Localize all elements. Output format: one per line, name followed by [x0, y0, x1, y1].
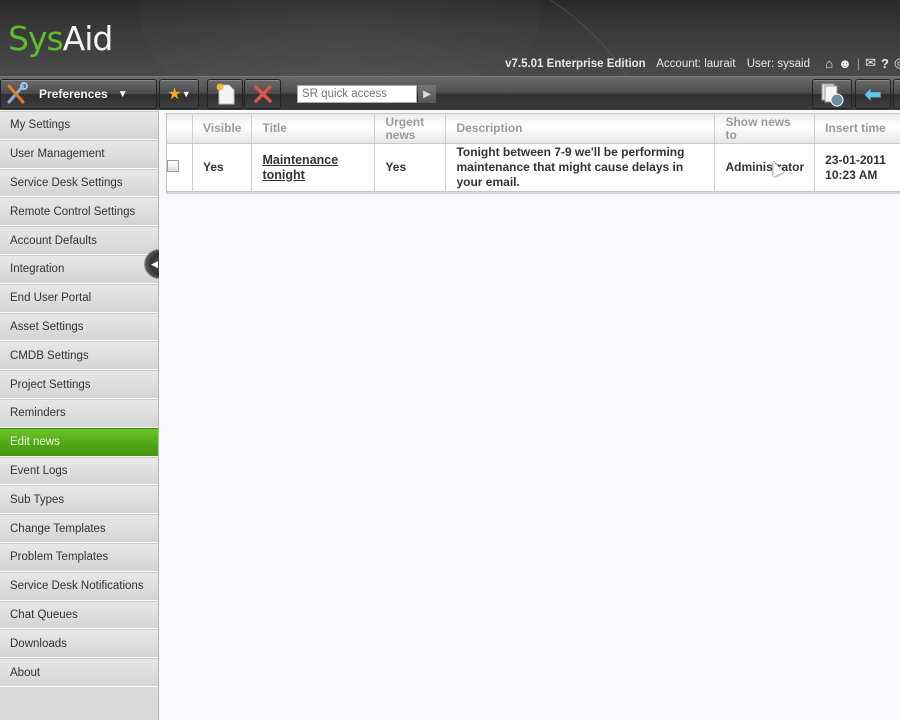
sidebar-item-edit-news[interactable]: Edit news [0, 427, 158, 457]
sidebar-item-asset-settings[interactable]: Asset Settings [0, 312, 158, 342]
sidebar-item-about[interactable]: About [0, 658, 158, 687]
more-button[interactable] [893, 79, 900, 109]
sr-quick-access-input[interactable] [297, 85, 417, 103]
edition-label: v7.5.01 Enterprise Edition [505, 58, 646, 70]
sidebar-item-label: Edit news [10, 436, 60, 449]
report-button[interactable] [812, 79, 852, 109]
logo-aid: Aid [62, 19, 114, 58]
favorites-button[interactable]: ★ ▼ [159, 79, 199, 109]
sidebar-item-my-settings[interactable]: My Settings [0, 111, 158, 140]
sidebar-item-problem-templates[interactable]: Problem Templates [0, 542, 158, 572]
sidebar-item-label: Sub Types [10, 493, 65, 506]
new-item-button[interactable] [207, 79, 243, 109]
help-icon[interactable]: ? [881, 56, 889, 71]
back-arrow-icon: ⬅ [864, 83, 882, 106]
visible-cell: Yes [192, 143, 253, 192]
column-header-urgent[interactable]: Urgent news [374, 113, 447, 144]
table-header-row: Visible Title Urgent news Description Sh… [166, 113, 900, 144]
sidebar-item-chat-queues[interactable]: Chat Queues [0, 600, 158, 630]
news-title-link[interactable]: Maintenance tonight [262, 153, 338, 182]
user-icon[interactable]: ☻ [838, 56, 852, 71]
chevron-left-icon: ◀ [151, 258, 158, 269]
header-icons: ⌂ ☻ | ✉ ? ◎ [825, 55, 900, 71]
sidebar-item-reminders[interactable]: Reminders [0, 398, 158, 428]
delete-button[interactable] [244, 79, 281, 109]
sidebar-item-end-user-portal[interactable]: End User Portal [0, 283, 158, 313]
sidebar-item-label: Change Templates [10, 522, 106, 535]
sidebar-item-downloads[interactable]: Downloads [0, 629, 158, 659]
preferences-label: Preferences [39, 87, 108, 101]
insert-date: 23-01-2011 [825, 152, 886, 167]
account-label: Account: laurait [656, 58, 736, 70]
table-row[interactable]: Yes Maintenance tonight Yes Tonight betw… [166, 143, 900, 192]
sidebar-item-account-defaults[interactable]: Account Defaults [0, 226, 158, 255]
preferences-menu-button[interactable]: Preferences ▼ [0, 79, 157, 109]
sidebar-item-service-desk-settings[interactable]: Service Desk Settings [0, 168, 158, 198]
show-to-cell: Administrator [714, 143, 816, 192]
sidebar-item-remote-control-settings[interactable]: Remote Control Settings [0, 197, 158, 227]
sidebar-item-label: About [10, 666, 41, 679]
sidebar-item-label: My Settings [10, 119, 71, 132]
sidebar-item-label: User Management [10, 148, 105, 161]
chevron-down-icon: ▼ [117, 88, 128, 100]
separator: | [856, 55, 861, 71]
preferences-sidebar: My Settings User Management Service Desk S… [0, 111, 159, 720]
urgent-cell: Yes [374, 143, 447, 192]
sidebar-item-sub-types[interactable]: Sub Types [0, 485, 158, 515]
sidebar-item-user-management[interactable]: User Management [0, 139, 158, 169]
column-header-title[interactable]: Title [251, 113, 376, 144]
report-icon [821, 83, 844, 107]
title-cell: Maintenance tonight [251, 143, 376, 192]
sr-go-button[interactable]: ▶ [418, 85, 436, 103]
sysaid-logo[interactable]: SysAid [8, 19, 114, 58]
sidebar-item-integration[interactable]: Integration [0, 254, 158, 284]
tools-icon [7, 82, 28, 104]
sidebar-item-label: Integration [10, 263, 65, 276]
sidebar-item-project-settings[interactable]: Project Settings [0, 370, 158, 399]
chevron-down-icon: ▼ [181, 89, 191, 99]
sidebar-item-label: Asset Settings [10, 320, 84, 333]
sidebar-item-event-logs[interactable]: Event Logs [0, 456, 158, 486]
column-header-insert-time[interactable]: Insert time [814, 113, 900, 144]
column-header-select [166, 113, 193, 144]
mail-icon[interactable]: ✉ [865, 55, 876, 71]
logo-sys: Sys [8, 19, 64, 58]
news-table: Visible Title Urgent news Description Sh… [166, 113, 900, 192]
insert-time-cell: 23-01-2011 10:23 AM [814, 143, 900, 192]
sidebar-item-cmdb-settings[interactable]: CMDB Settings [0, 341, 158, 371]
sidebar-item-label: Service Desk Notifications [10, 580, 144, 593]
back-button[interactable]: ⬅ [855, 79, 891, 109]
sidebar-item-change-templates[interactable]: Change Templates [0, 514, 158, 543]
insert-time: 10:23 AM [825, 167, 878, 182]
sidebar-item-label: Problem Templates [10, 551, 109, 564]
delete-icon [253, 85, 272, 103]
sidebar-item-label: Account Defaults [10, 234, 97, 247]
sidebar-item-label: Reminders [10, 407, 66, 420]
toolbar: Preferences ▼ ★ ▼ ▶ ⬅ [0, 76, 900, 110]
sidebar-item-label: Downloads [10, 637, 67, 650]
sidebar-item-label: Event Logs [10, 464, 68, 477]
new-document-icon [216, 83, 235, 105]
user-label: User: sysaid [746, 58, 810, 70]
description-cell: Tonight between 7-9 we'll be performing … [445, 143, 716, 192]
column-header-visible[interactable]: Visible [192, 113, 253, 144]
sidebar-item-label: End User Portal [10, 292, 92, 305]
app-header: SysAid v7.5.01 Enterprise Edition Accoun… [0, 0, 900, 76]
column-header-show-to[interactable]: Show news to [714, 113, 816, 144]
row-checkbox[interactable] [167, 159, 179, 172]
row-select-cell [166, 143, 193, 192]
home-icon[interactable]: ⌂ [825, 56, 833, 71]
sidebar-item-label: Remote Control Settings [10, 205, 136, 218]
sidebar-item-label: Chat Queues [10, 608, 78, 621]
sidebar-item-service-desk-notifications[interactable]: Service Desk Notifications [0, 571, 158, 601]
sidebar-item-label: Project Settings [10, 378, 91, 391]
sidebar-item-label: Service Desk Settings [10, 176, 123, 189]
sidebar-item-label: CMDB Settings [10, 349, 89, 362]
header-info: v7.5.01 Enterprise Edition Account: laur… [505, 58, 810, 70]
column-header-description[interactable]: Description [445, 113, 716, 144]
play-arrow-icon: ▶ [423, 88, 431, 100]
star-icon: ★ [167, 86, 182, 103]
overflow-icon[interactable]: ◎ [894, 55, 900, 71]
main-content: Visible Title Urgent news Description Sh… [160, 111, 900, 720]
